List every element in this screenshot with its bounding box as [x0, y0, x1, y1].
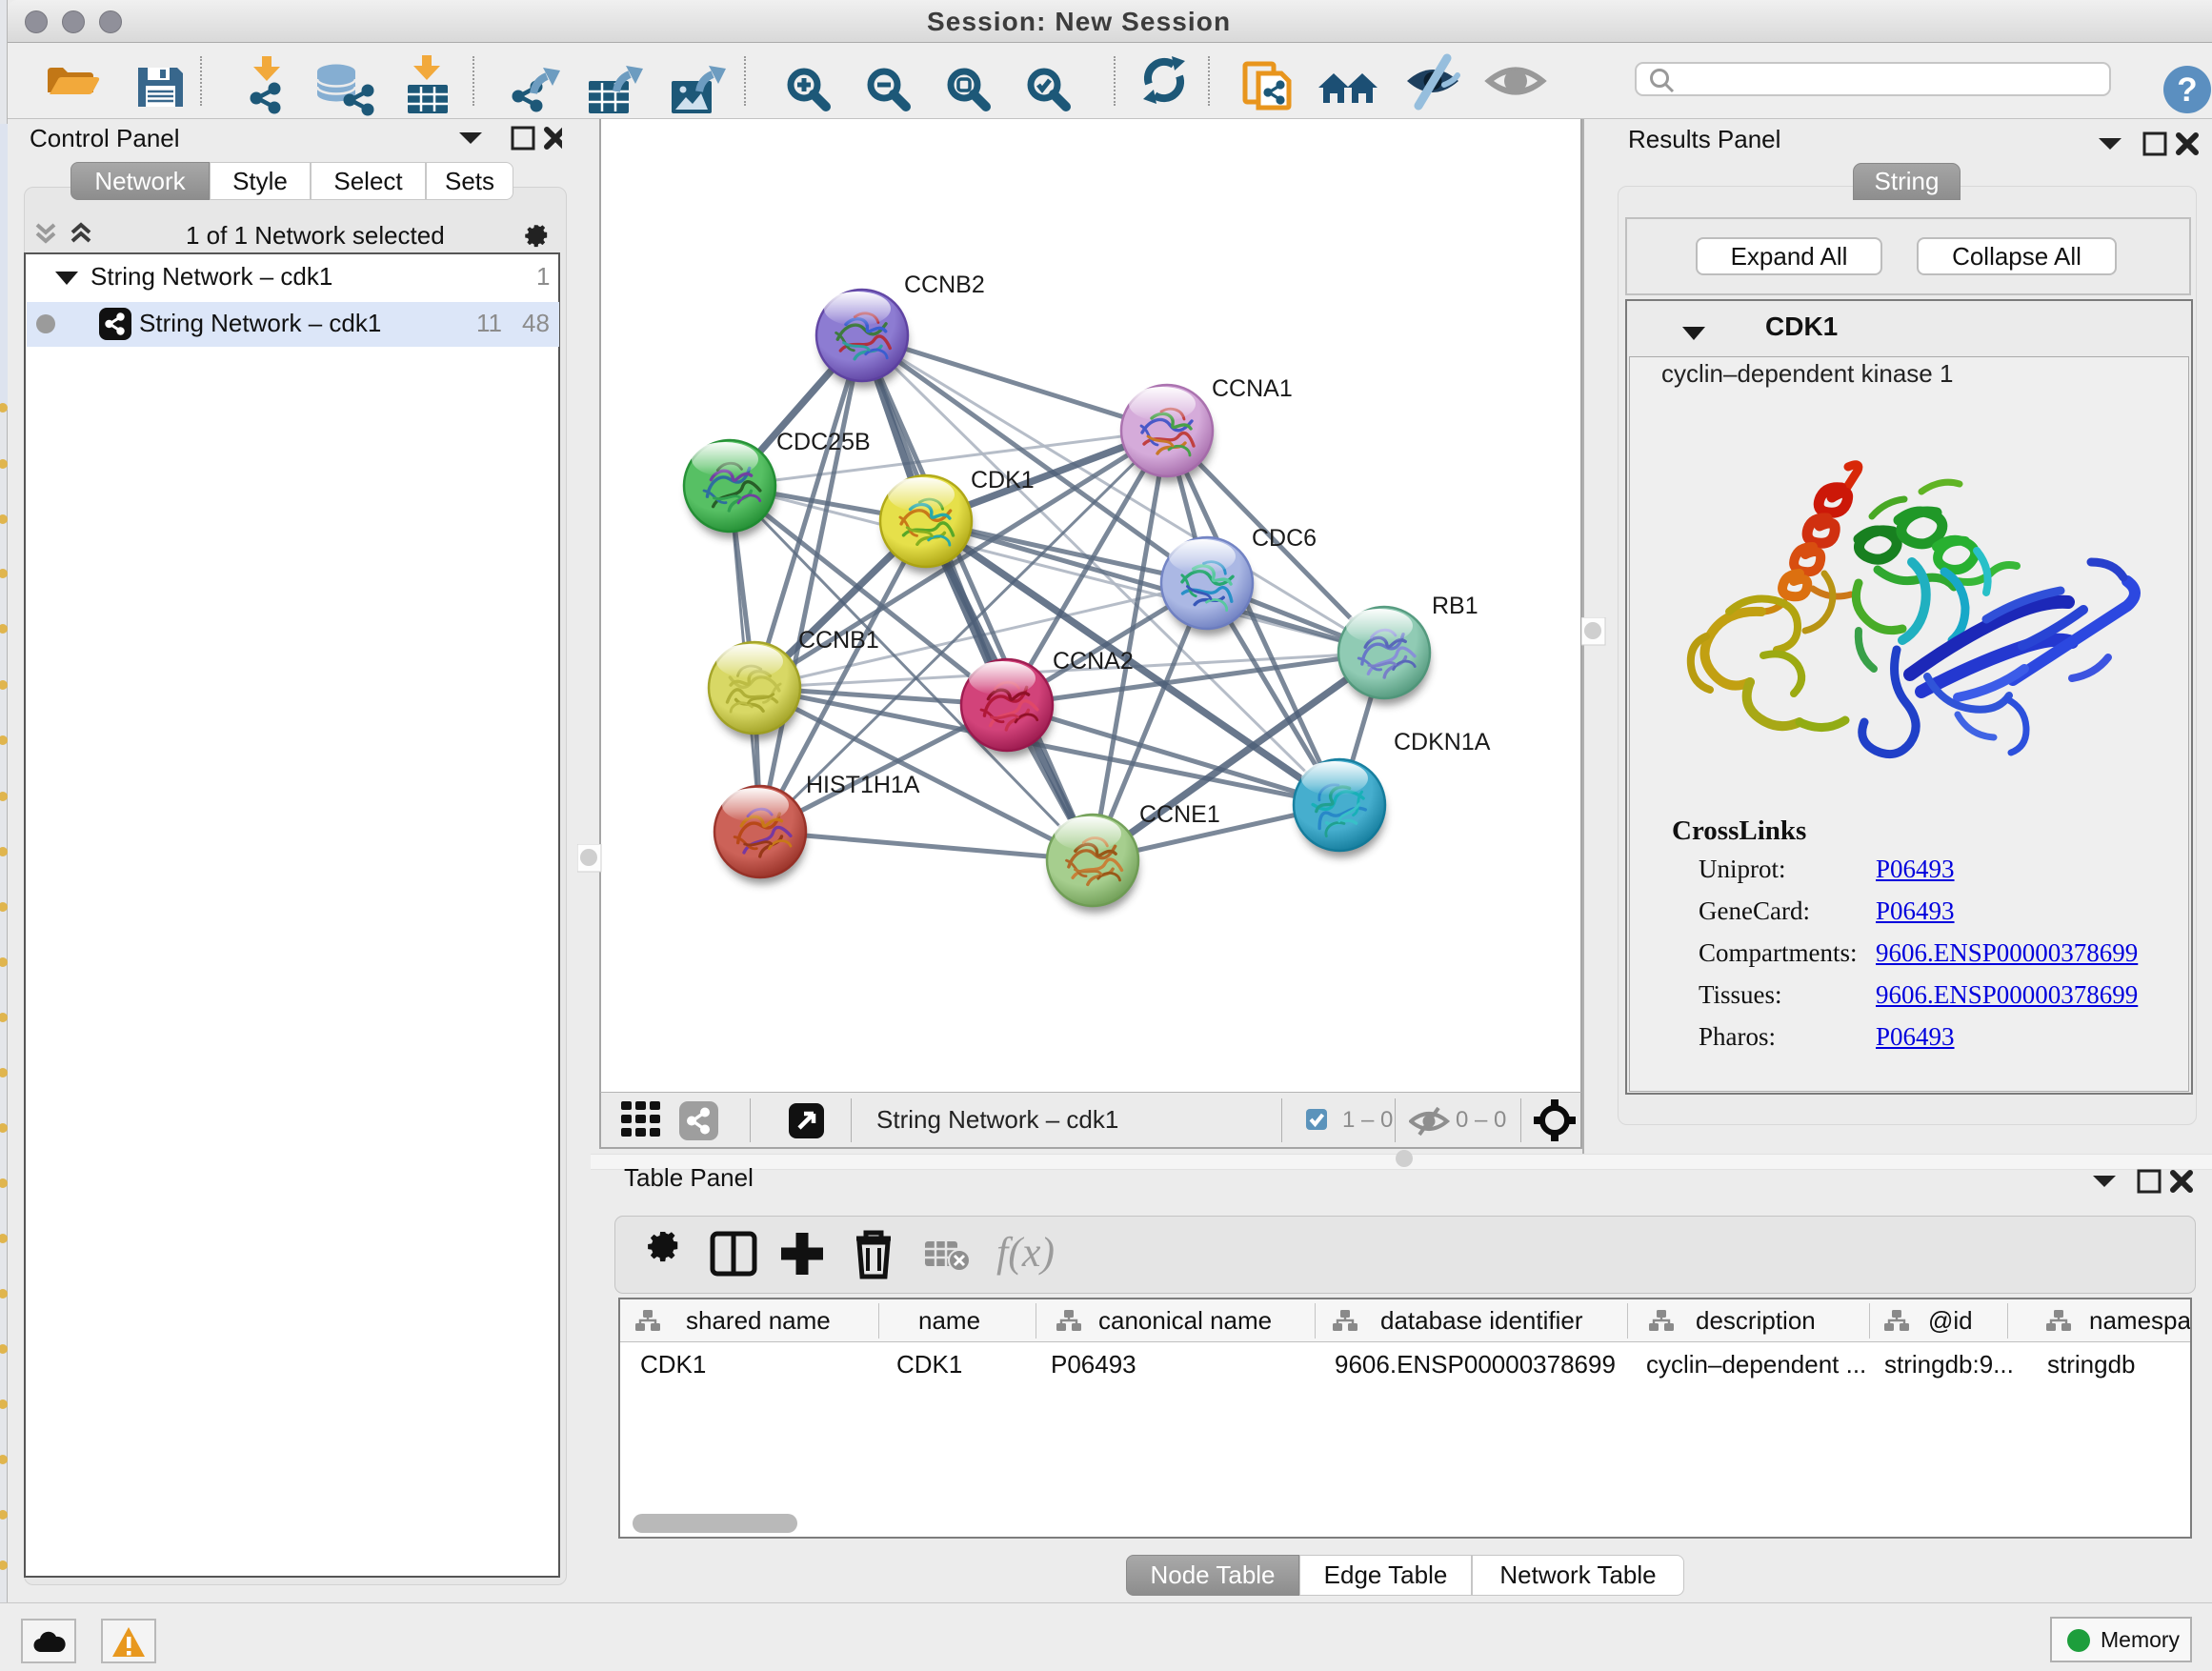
svg-text:?: ?	[2177, 71, 2197, 109]
svg-text:CDC25B: CDC25B	[776, 429, 871, 455]
svg-text:CCNE1: CCNE1	[1139, 801, 1220, 828]
svg-text:CDK1: CDK1	[971, 467, 1035, 493]
svg-text:CCNA1: CCNA1	[1212, 375, 1293, 402]
svg-text:CCNB1: CCNB1	[798, 627, 879, 654]
svg-text:CCNB2: CCNB2	[904, 272, 985, 298]
svg-text:CDKN1A: CDKN1A	[1394, 729, 1491, 755]
svg-text:HIST1H1A: HIST1H1A	[806, 772, 920, 798]
svg-text:RB1: RB1	[1432, 593, 1478, 619]
svg-text:CDC6: CDC6	[1252, 525, 1317, 552]
svg-text:CCNA2: CCNA2	[1053, 648, 1134, 674]
svg-text:f(x): f(x)	[996, 1229, 1055, 1276]
